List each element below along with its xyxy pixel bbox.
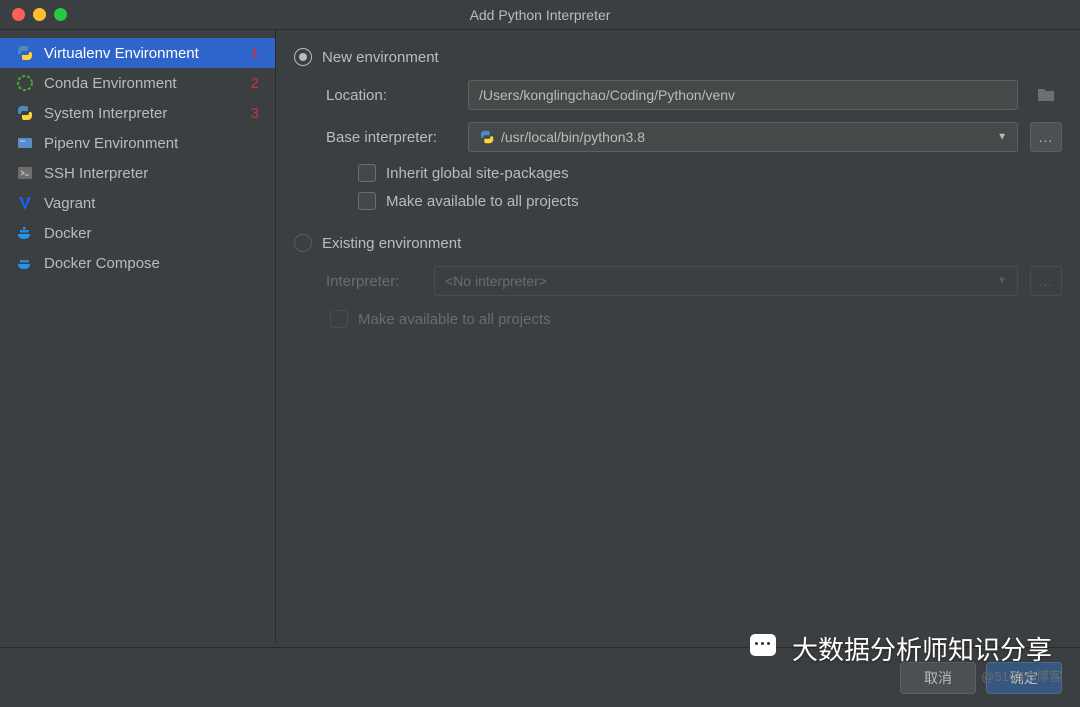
sidebar-item-virtualenv[interactable]: Virtualenv Environment 1 [0,38,275,68]
window-controls [12,8,67,21]
sidebar: Virtualenv Environment 1 Conda Environme… [0,30,276,643]
docker-icon [16,224,34,242]
conda-icon [16,74,34,92]
existing-environment-radio[interactable] [294,234,312,252]
sidebar-item-label: Vagrant [44,195,259,212]
chevron-down-icon: ▼ [997,132,1007,143]
sidebar-item-label: Docker Compose [44,255,259,272]
inherit-packages-checkbox[interactable] [358,164,376,182]
pipenv-icon [16,134,34,152]
inherit-packages-row[interactable]: Inherit global site-packages [358,164,1062,182]
existing-interpreter-label: Interpreter: [326,273,422,290]
existing-make-available-row: Make available to all projects [330,310,1062,328]
watermark-sub: @51CTO博客 [981,666,1062,685]
sidebar-badge: 3 [251,105,259,122]
new-environment-radio[interactable] [294,48,312,66]
window-title: Add Python Interpreter [470,7,611,23]
sidebar-item-label: Conda Environment [44,75,247,92]
location-row: Location: /Users/konglingchao/Coding/Pyt… [326,80,1062,110]
existing-make-available-checkbox [330,310,348,328]
sidebar-item-system[interactable]: System Interpreter 3 [0,98,275,128]
existing-make-available-label: Make available to all projects [358,311,551,328]
sidebar-item-label: System Interpreter [44,105,247,122]
browse-base-interpreter-button[interactable]: ... [1030,122,1062,152]
titlebar: Add Python Interpreter [0,0,1080,30]
existing-interpreter-dropdown: <No interpreter> ▼ [434,266,1018,296]
location-label: Location: [326,87,456,104]
sidebar-item-conda[interactable]: Conda Environment 2 [0,68,275,98]
sidebar-item-docker-compose[interactable]: Docker Compose [0,248,275,278]
python-icon [479,129,495,145]
existing-environment-section: Existing environment Interpreter: <No in… [294,234,1062,328]
inherit-packages-label: Inherit global site-packages [386,165,569,182]
sidebar-item-vagrant[interactable]: Vagrant [0,188,275,218]
base-interpreter-label: Base interpreter: [326,129,456,146]
sidebar-badge: 2 [251,75,259,92]
new-environment-radio-row[interactable]: New environment [294,48,1062,66]
close-window-button[interactable] [12,8,25,21]
make-available-label: Make available to all projects [386,193,579,210]
location-value: /Users/konglingchao/Coding/Python/venv [479,87,735,103]
content: Virtualenv Environment 1 Conda Environme… [0,30,1080,643]
minimize-window-button[interactable] [33,8,46,21]
chevron-down-icon: ▼ [997,276,1007,287]
sidebar-item-label: Virtualenv Environment [44,45,247,62]
sidebar-item-label: SSH Interpreter [44,165,259,182]
make-available-checkbox[interactable] [358,192,376,210]
base-interpreter-row: Base interpreter: /usr/local/bin/python3… [326,122,1062,152]
sidebar-badge: 1 [251,45,259,62]
existing-interpreter-value: <No interpreter> [445,273,547,289]
make-available-row[interactable]: Make available to all projects [358,192,1062,210]
maximize-window-button[interactable] [54,8,67,21]
sidebar-item-label: Pipenv Environment [44,135,259,152]
sidebar-item-label: Docker [44,225,259,242]
python-icon [16,44,34,62]
base-interpreter-value: /usr/local/bin/python3.8 [501,129,645,145]
existing-environment-radio-label: Existing environment [322,235,461,252]
location-input[interactable]: /Users/konglingchao/Coding/Python/venv [468,80,1018,110]
sidebar-item-pipenv[interactable]: Pipenv Environment [0,128,275,158]
docker-compose-icon [16,254,34,272]
sidebar-item-docker[interactable]: Docker [0,218,275,248]
existing-environment-radio-row[interactable]: Existing environment [294,234,1062,252]
wechat-icon [750,634,786,664]
base-interpreter-dropdown[interactable]: /usr/local/bin/python3.8 ▼ [468,122,1018,152]
watermark-text: 大数据分析师知识分享 [792,630,1052,667]
main-panel: New environment Location: /Users/konglin… [276,30,1080,643]
python-icon [16,104,34,122]
ssh-icon [16,164,34,182]
sidebar-item-ssh[interactable]: SSH Interpreter [0,158,275,188]
browse-existing-interpreter-button: ... [1030,266,1062,296]
watermark: 大数据分析师知识分享 [750,630,1052,667]
vagrant-icon [16,194,34,212]
browse-location-button[interactable] [1030,80,1062,110]
existing-interpreter-row: Interpreter: <No interpreter> ▼ ... [326,266,1062,296]
new-environment-radio-label: New environment [322,49,439,66]
